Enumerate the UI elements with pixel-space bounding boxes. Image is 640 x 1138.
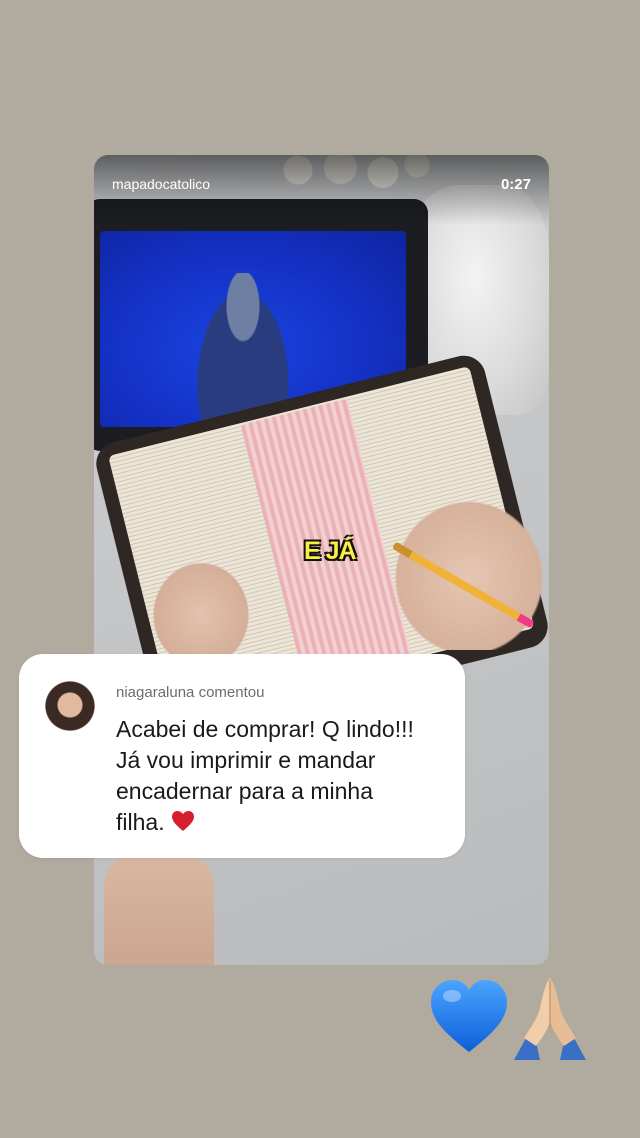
comment-header: niagaraluna comentou bbox=[116, 684, 265, 701]
comment-text: Acabei de comprar! Q lindo!!! Já vou imp… bbox=[116, 714, 451, 838]
praying-hands-icon bbox=[514, 978, 586, 1060]
blue-heart-icon bbox=[431, 980, 507, 1052]
comment-line: Já vou imprimir e mandar bbox=[116, 747, 376, 773]
avatar[interactable] bbox=[45, 681, 95, 731]
reel-caption: E JÁ bbox=[304, 537, 357, 565]
red-heart-icon bbox=[171, 811, 194, 831]
comment-line-last: filha. bbox=[116, 807, 451, 838]
comment-card[interactable]: niagaraluna comentou Acabei de comprar! … bbox=[19, 654, 465, 858]
arm bbox=[104, 855, 214, 965]
reel-username[interactable]: mapadocatolico bbox=[112, 176, 210, 192]
comment-line: Acabei de comprar! Q lindo!!! bbox=[116, 716, 414, 742]
comment-line: encadernar para a minha bbox=[116, 778, 373, 804]
reel-timer: 0:27 bbox=[500, 176, 531, 193]
right-hand bbox=[384, 490, 549, 650]
comment-line: filha. bbox=[116, 809, 165, 835]
left-hand bbox=[146, 555, 256, 655]
